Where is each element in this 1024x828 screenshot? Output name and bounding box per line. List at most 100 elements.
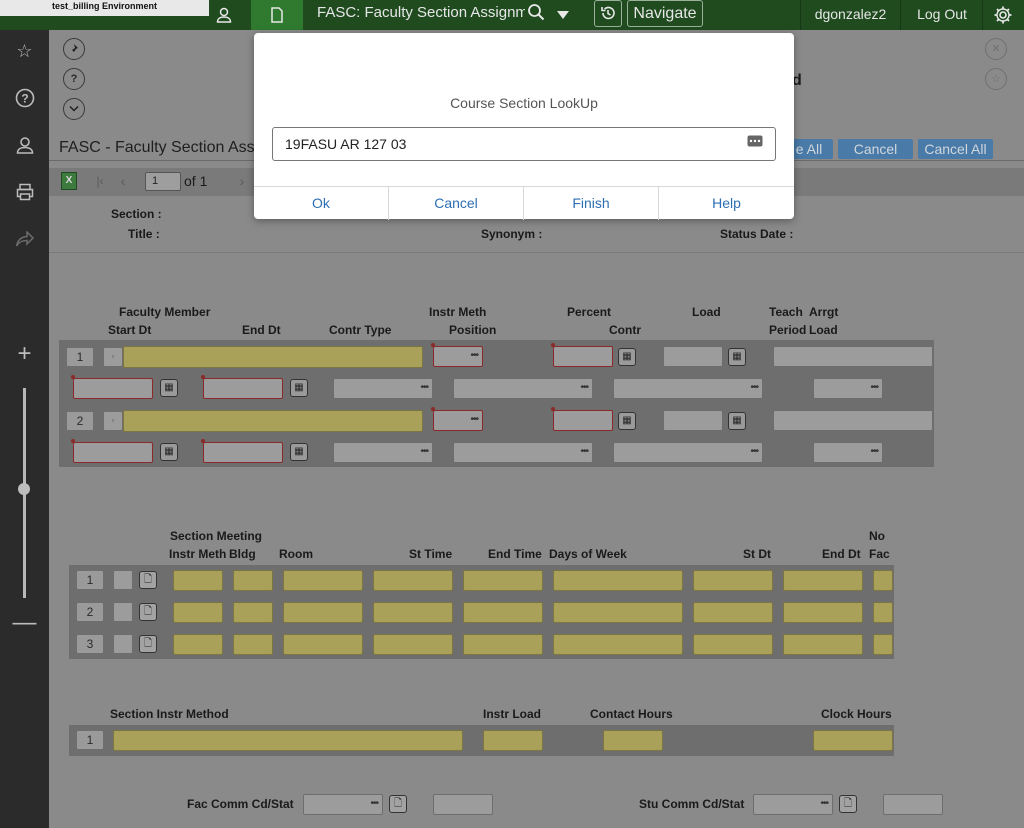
row-select-checkbox[interactable]: [113, 570, 133, 590]
navigate-button[interactable]: Navigate: [627, 0, 703, 27]
contact-hours-field[interactable]: [603, 730, 663, 751]
zoom-slider-handle[interactable]: [18, 483, 30, 495]
print-icon[interactable]: [0, 177, 49, 207]
star-icon[interactable]: ☆: [0, 36, 49, 66]
percent-field[interactable]: [553, 410, 613, 431]
st-dt-field[interactable]: [693, 602, 773, 623]
history-icon[interactable]: [594, 0, 622, 27]
search-icon[interactable]: [524, 0, 548, 30]
faculty-member-field[interactable]: [123, 346, 423, 368]
room-field[interactable]: [283, 570, 363, 591]
detail-document-icon[interactable]: 🗋: [139, 603, 157, 621]
start-dt-field[interactable]: [73, 378, 153, 399]
room-field[interactable]: [283, 602, 363, 623]
help-button[interactable]: Help: [659, 187, 794, 220]
detail-document-icon[interactable]: 🗋: [139, 571, 157, 589]
percent-field[interactable]: [553, 346, 613, 367]
help-icon[interactable]: ?: [0, 83, 49, 113]
calculator-icon[interactable]: ▦: [618, 412, 636, 430]
page-input[interactable]: 1: [145, 172, 181, 191]
row-number[interactable]: 2: [66, 411, 94, 431]
contr-type-field[interactable]: •••: [333, 442, 433, 463]
chevron-down-icon[interactable]: [552, 0, 574, 30]
instr-meth-field[interactable]: •••: [433, 410, 483, 431]
bldg-field[interactable]: [233, 570, 273, 591]
row-number[interactable]: 3: [76, 634, 104, 654]
end-dt-field[interactable]: [783, 602, 863, 623]
end-time-field[interactable]: [463, 570, 543, 591]
calendar-icon[interactable]: ▦: [290, 379, 308, 397]
days-of-week-field[interactable]: [553, 602, 683, 623]
teach-period-field[interactable]: [773, 346, 933, 367]
no-fac-field[interactable]: [873, 570, 893, 591]
favorite-star-icon[interactable]: ☆: [985, 68, 1007, 90]
row-select-checkbox[interactable]: [113, 602, 133, 622]
end-dt-field[interactable]: [203, 378, 283, 399]
days-of-week-field[interactable]: [553, 634, 683, 655]
end-time-field[interactable]: [463, 602, 543, 623]
contr-field[interactable]: •••: [613, 378, 763, 399]
instr-meth-field[interactable]: [173, 602, 223, 623]
detail-document-icon[interactable]: 🗋: [839, 795, 857, 813]
document-icon[interactable]: [251, 0, 303, 30]
room-field[interactable]: [283, 634, 363, 655]
bldg-field[interactable]: [233, 634, 273, 655]
arrgt-load-field[interactable]: •••: [813, 442, 883, 463]
excel-export-icon[interactable]: X: [61, 172, 77, 190]
end-dt-field[interactable]: [783, 570, 863, 591]
st-time-field[interactable]: [373, 602, 453, 623]
load-field[interactable]: [663, 410, 723, 431]
calendar-icon[interactable]: ▦: [290, 443, 308, 461]
days-of-week-field[interactable]: [553, 570, 683, 591]
cancel-all-button[interactable]: Cancel All: [918, 139, 993, 159]
load-field[interactable]: [663, 346, 723, 367]
st-time-field[interactable]: [373, 634, 453, 655]
pin-icon[interactable]: [63, 38, 85, 60]
calendar-icon[interactable]: ▦: [160, 379, 178, 397]
row-select-checkbox[interactable]: ▫: [103, 411, 123, 431]
person-icon[interactable]: [0, 130, 49, 160]
clock-hours-field[interactable]: [813, 730, 893, 751]
ok-button[interactable]: Ok: [254, 187, 389, 220]
row-number[interactable]: 1: [76, 570, 104, 590]
cancel-button[interactable]: Cancel: [838, 139, 913, 159]
st-dt-field[interactable]: [693, 570, 773, 591]
chevron-down-icon[interactable]: [63, 98, 85, 120]
zoom-in-icon[interactable]: +: [0, 339, 49, 369]
position-field[interactable]: •••: [453, 378, 593, 399]
detail-document-icon[interactable]: 🗋: [139, 635, 157, 653]
end-dt-field[interactable]: [783, 634, 863, 655]
cancel-button[interactable]: Cancel: [389, 187, 524, 220]
zoom-out-icon[interactable]: —: [0, 608, 49, 638]
logout-button[interactable]: Log Out: [902, 0, 983, 30]
help-circle-icon[interactable]: ?: [63, 68, 85, 90]
contr-type-field[interactable]: •••: [333, 378, 433, 399]
gear-icon[interactable]: [985, 0, 1021, 30]
row-number[interactable]: 2: [76, 602, 104, 622]
arrgt-load-field[interactable]: •••: [813, 378, 883, 399]
end-time-field[interactable]: [463, 634, 543, 655]
username-label[interactable]: dgonzalez2: [800, 0, 901, 30]
faculty-member-field[interactable]: [123, 410, 423, 432]
no-fac-field[interactable]: [873, 634, 893, 655]
no-fac-field[interactable]: [873, 602, 893, 623]
position-field[interactable]: •••: [453, 442, 593, 463]
st-dt-field[interactable]: [693, 634, 773, 655]
calculator-icon[interactable]: ▦: [618, 348, 636, 366]
detail-document-icon[interactable]: 🗋: [389, 795, 407, 813]
finish-button[interactable]: Finish: [524, 187, 659, 220]
user-icon[interactable]: [209, 0, 239, 30]
instr-load-field[interactable]: [483, 730, 543, 751]
fac-comm-stat-field[interactable]: [433, 794, 493, 815]
instr-meth-field[interactable]: [173, 570, 223, 591]
calculator-icon[interactable]: ▦: [728, 348, 746, 366]
stu-comm-cd-field[interactable]: •••: [753, 794, 833, 815]
start-dt-field[interactable]: [73, 442, 153, 463]
stu-comm-stat-field[interactable]: [883, 794, 943, 815]
calculator-icon[interactable]: ▦: [728, 412, 746, 430]
teach-period-field[interactable]: [773, 410, 933, 431]
close-icon[interactable]: ✕: [985, 38, 1007, 60]
row-number[interactable]: 1: [76, 730, 104, 750]
row-select-checkbox[interactable]: ▫: [103, 347, 123, 367]
bldg-field[interactable]: [233, 602, 273, 623]
